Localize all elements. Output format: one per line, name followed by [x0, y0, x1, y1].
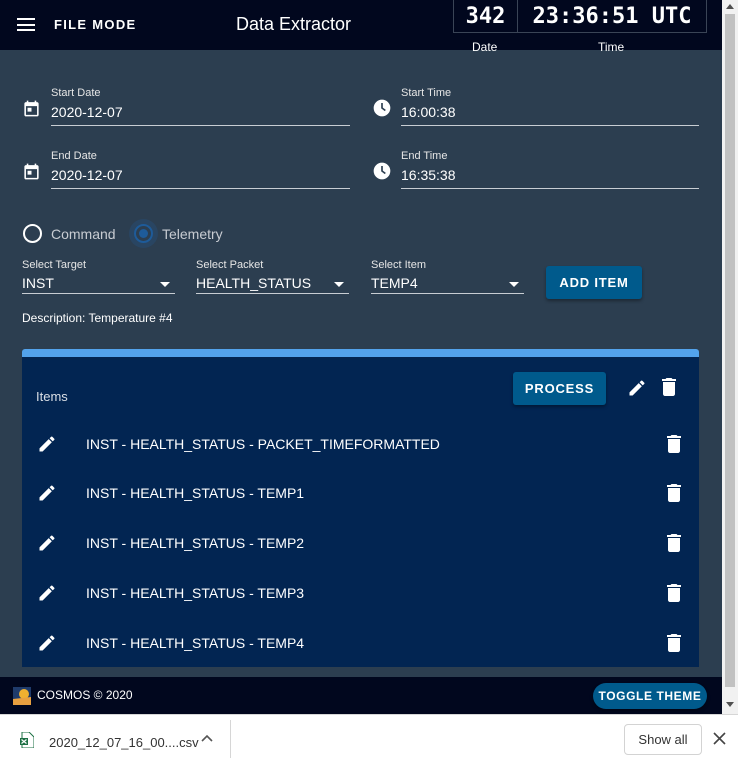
end-time-underline [401, 188, 699, 189]
end-date-underline [51, 188, 350, 189]
pencil-icon[interactable] [37, 483, 57, 503]
scroll-down-arrow-icon[interactable] [726, 702, 734, 707]
start-date-label: Start Date [51, 87, 101, 99]
telemetry-radio-label: Telemetry [162, 225, 223, 242]
download-file-name[interactable]: 2020_12_07_16_00....csv [49, 735, 199, 750]
radio-button-unchecked-icon [23, 224, 42, 243]
start-date-field[interactable]: Start Date 2020-12-07 [22, 87, 350, 127]
end-date-value[interactable]: 2020-12-07 [51, 167, 123, 183]
clock-time-label: Time [598, 40, 625, 54]
item-description: Description: Temperature #4 [22, 311, 173, 325]
trash-icon[interactable] [667, 435, 681, 453]
command-radio-label: Command [51, 225, 116, 242]
end-time-value[interactable]: 16:35:38 [401, 167, 456, 183]
radio-button-checked-icon [134, 224, 153, 243]
table-row: INST - HEALTH_STATUS - TEMP3 [22, 568, 699, 618]
start-date-underline [51, 125, 350, 126]
select-packet-underline [196, 293, 349, 294]
table-row-label: INST - HEALTH_STATUS - TEMP2 [86, 535, 305, 551]
table-row: INST - HEALTH_STATUS - TEMP1 [22, 468, 699, 518]
trash-icon[interactable] [667, 634, 681, 652]
calendar-icon [24, 163, 39, 180]
start-date-value[interactable]: 2020-12-07 [51, 104, 123, 120]
trash-icon[interactable] [667, 534, 681, 552]
items-title: Items [36, 389, 68, 404]
file-mode-menu[interactable]: FILE MODE [54, 17, 136, 32]
select-target-label: Select Target [22, 259, 87, 271]
select-target-underline [22, 293, 175, 294]
dropdown-caret-icon [509, 282, 519, 287]
table-row-label: INST - HEALTH_STATUS - TEMP1 [86, 485, 305, 501]
clock-date-label: Date [472, 40, 498, 54]
command-radio[interactable]: Command [23, 224, 116, 243]
clock-icon [373, 162, 391, 180]
trash-icon[interactable] [662, 378, 676, 396]
dropdown-caret-icon [160, 282, 170, 287]
toggle-theme-button[interactable]: TOGGLE THEME [593, 683, 707, 709]
top-app-bar: FILE MODE Data Extractor 342 23:36:51 UT… [0, 0, 722, 54]
table-row: INST - HEALTH_STATUS - PACKET_TIMEFORMAT… [22, 419, 699, 469]
pencil-icon[interactable] [627, 378, 647, 398]
end-date-field[interactable]: End Date 2020-12-07 [22, 150, 350, 190]
trash-icon[interactable] [667, 484, 681, 502]
select-packet-label: Select Packet [196, 259, 264, 271]
items-table: Items PROCESS INST - HEALTH_STATUS - PAC… [22, 349, 699, 667]
table-row-label: INST - HEALTH_STATUS - TEMP4 [86, 635, 305, 651]
select-packet-value: HEALTH_STATUS [196, 275, 312, 291]
table-row: INST - HEALTH_STATUS - TEMP2 [22, 518, 699, 568]
table-row: INST - HEALTH_STATUS - TEMP4 [22, 618, 699, 668]
start-time-label: Start Time [401, 87, 452, 99]
select-target-dropdown[interactable]: Select Target INST [22, 259, 175, 295]
page-title: Data Extractor [236, 14, 352, 34]
hamburger-menu-icon[interactable] [17, 18, 35, 31]
app-footer: COSMOS © 2020 TOGGLE THEME [0, 677, 722, 714]
calendar-icon [24, 100, 39, 117]
select-item-dropdown[interactable]: Select Item TEMP4 [371, 259, 524, 295]
end-time-field[interactable]: End Time 16:35:38 [372, 150, 699, 190]
table-row-label: INST - HEALTH_STATUS - TEMP3 [86, 585, 305, 601]
process-button[interactable]: PROCESS [513, 372, 606, 405]
scroll-up-arrow-icon[interactable] [726, 4, 734, 9]
select-target-value: INST [22, 275, 54, 291]
select-item-underline [371, 293, 524, 294]
telemetry-radio[interactable]: Telemetry [134, 224, 223, 243]
select-item-label: Select Item [371, 259, 427, 271]
pencil-icon[interactable] [37, 434, 57, 454]
trash-icon[interactable] [667, 584, 681, 602]
start-time-underline [401, 125, 699, 126]
select-item-value: TEMP4 [371, 275, 418, 291]
end-time-label: End Time [401, 150, 448, 162]
pencil-icon[interactable] [37, 633, 57, 653]
scrollbar-thumb[interactable] [725, 14, 735, 687]
dropdown-caret-icon [334, 282, 344, 287]
add-item-button[interactable]: ADD ITEM [546, 266, 642, 299]
vertical-scrollbar[interactable] [722, 0, 738, 714]
pencil-icon[interactable] [37, 533, 57, 553]
close-icon[interactable] [713, 732, 726, 745]
clock-time: 23:36:51 UTC [517, 0, 707, 33]
clock-day-of-year: 342 [453, 0, 518, 33]
excel-file-icon [20, 732, 34, 748]
start-time-field[interactable]: Start Time 16:00:38 [372, 87, 699, 127]
download-separator [230, 720, 231, 758]
copyright-text: COSMOS © 2020 [37, 688, 133, 702]
clock-icon [373, 99, 391, 117]
cosmos-logo-icon [13, 687, 31, 705]
select-packet-dropdown[interactable]: Select Packet HEALTH_STATUS [196, 259, 349, 295]
show-all-button[interactable]: Show all [624, 724, 702, 755]
app-window: FILE MODE Data Extractor 342 23:36:51 UT… [0, 0, 738, 714]
download-bar: 2020_12_07_16_00....csv Show all [0, 714, 738, 764]
chevron-up-icon[interactable] [200, 733, 214, 743]
start-time-value[interactable]: 16:00:38 [401, 104, 456, 120]
table-row-label: INST - HEALTH_STATUS - PACKET_TIMEFORMAT… [86, 436, 440, 452]
pencil-icon[interactable] [37, 583, 57, 603]
end-date-label: End Date [51, 150, 97, 162]
